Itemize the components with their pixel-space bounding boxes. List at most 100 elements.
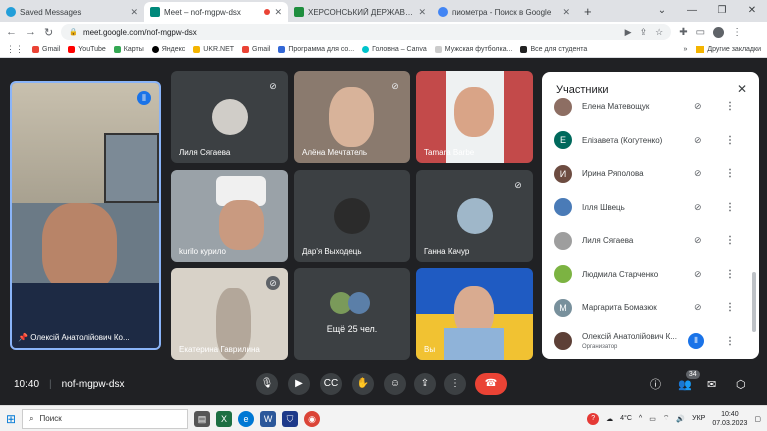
minimize-icon[interactable]: — [677, 0, 707, 22]
more-options-icon[interactable]: ⋮ [725, 302, 735, 313]
list-item[interactable]: М Маргарита Бомазюк ⊘ ⋮ [542, 291, 759, 325]
task-view-icon[interactable]: ▤ [194, 410, 211, 427]
avatar[interactable] [713, 26, 725, 38]
sidebar-icon[interactable]: ▭ [696, 27, 705, 38]
captions-button[interactable]: CC [320, 373, 342, 395]
star-icon[interactable]: ☆ [655, 27, 663, 38]
mic-off-icon: ⊘ [391, 81, 399, 91]
bookmark-item[interactable]: Программа для со... [278, 46, 354, 53]
present-button[interactable]: ⇪ [414, 373, 436, 395]
camera-icon[interactable]: ▶ [625, 27, 632, 38]
chat-icon[interactable]: ✉ [707, 378, 716, 391]
chevron-down-icon[interactable]: ⌄ [647, 0, 677, 22]
language-indicator[interactable]: УКР [692, 415, 705, 422]
list-item[interactable]: Ілля Швець ⊘ ⋮ [542, 191, 759, 225]
clock[interactable]: 10:40 07.03.2023 [712, 410, 747, 428]
tab-university[interactable]: ХЕРСОНСЬКИЙ ДЕРЖАВНИЙ А ✕ [288, 2, 432, 22]
bookmark-item[interactable]: Все для студента [520, 46, 587, 53]
bookmark-item[interactable]: YouTube [68, 46, 106, 53]
bookmark-item[interactable]: Яндекс [151, 46, 185, 53]
telegram-icon [6, 7, 16, 17]
reload-icon[interactable]: ↻ [44, 26, 53, 39]
video-tile[interactable]: kurilo курило [171, 170, 288, 262]
defender-icon[interactable]: ⛉ [282, 410, 299, 427]
chrome-icon[interactable]: ◉ [304, 410, 321, 427]
video-tile-speaker[interactable]: ⦀ 📌 Олексій Анатолійович Ко... [10, 81, 161, 350]
list-item[interactable]: Людмила Старченко ⊘ ⋮ [542, 258, 759, 292]
bookmark-item[interactable]: Gmail [242, 46, 270, 53]
more-options-icon[interactable]: ⋮ [725, 202, 735, 213]
forward-icon[interactable]: → [25, 26, 36, 38]
emoji-button[interactable]: ☺ [384, 373, 406, 395]
close-icon[interactable]: ✕ [418, 7, 426, 18]
back-icon[interactable]: ← [6, 26, 17, 38]
bookmarks-bar: ⋮⋮ Gmail YouTube Карты Яндекс UKR.NET Gm… [0, 42, 767, 58]
more-options-button[interactable]: ⋮ [444, 373, 466, 395]
other-bookmarks[interactable]: Другие закладки [707, 46, 761, 53]
video-tile[interactable]: Tamara Barbe [416, 71, 533, 163]
close-window-icon[interactable]: ✕ [737, 0, 767, 22]
avatar [554, 265, 572, 284]
new-tab-button[interactable]: + [576, 2, 600, 22]
list-item[interactable]: Олексій Анатолійович К... Организатор ⦀ ⋮ [542, 325, 759, 359]
close-icon[interactable]: ✕ [130, 7, 138, 18]
info-icon[interactable]: ⓘ [650, 376, 661, 392]
meet-icon [150, 7, 160, 17]
more-options-icon[interactable]: ⋮ [725, 168, 735, 179]
list-item[interactable]: И Ирина Ряполова ⊘ ⋮ [542, 157, 759, 191]
menu-icon[interactable]: ⋮ [732, 27, 742, 38]
bookmark-item[interactable]: Мужская футболка... [434, 46, 512, 53]
help-icon[interactable]: ? [587, 412, 600, 425]
more-options-icon[interactable]: ⋮ [725, 235, 735, 246]
camera-button[interactable]: ▶ [288, 373, 310, 395]
video-tile[interactable]: Дар'я Выходець [294, 170, 410, 262]
word-icon[interactable]: W [260, 410, 277, 427]
tab-telegram[interactable]: Saved Messages ✕ [0, 2, 144, 22]
bookmark-item[interactable]: Головна – Canva [362, 46, 427, 53]
network-icon[interactable]: ▭ [649, 415, 656, 423]
activities-icon[interactable]: ⬡ [736, 378, 746, 391]
tab-google-search[interactable]: пиометра - Поиск в Google ✕ [432, 2, 576, 22]
windows-start-icon[interactable]: ⊞ [6, 412, 16, 426]
extensions-icon[interactable]: ✚ [679, 27, 687, 38]
edge-icon[interactable]: e [238, 410, 255, 427]
apps-icon[interactable]: ⋮⋮ [6, 44, 24, 55]
tray-chevron-icon[interactable]: ^ [639, 415, 642, 422]
video-tile[interactable]: ⊘ Алёна Мечтатель [294, 71, 410, 163]
list-item[interactable]: Е Елізавета (Когутенко) ⊘ ⋮ [542, 124, 759, 158]
pin-icon[interactable]: 📌 [18, 333, 28, 342]
excel-icon[interactable]: X [216, 410, 233, 427]
close-icon[interactable]: ✕ [274, 7, 282, 18]
maximize-icon[interactable]: ❐ [707, 0, 737, 22]
bookmark-item[interactable]: Карты [113, 46, 144, 53]
more-options-icon[interactable]: ⋮ [725, 336, 735, 347]
list-item[interactable]: Елена Матевощук ⊘ ⋮ [542, 90, 759, 124]
volume-icon[interactable]: 🔊 [676, 415, 685, 423]
bookmark-item[interactable]: UKR.NET [193, 46, 234, 53]
notifications-icon[interactable]: ▢ [754, 415, 761, 423]
wifi-icon[interactable]: ⌔ [663, 414, 670, 423]
mic-button[interactable]: 🎙 [256, 373, 278, 395]
share-icon[interactable]: ⇪ [640, 27, 648, 38]
end-call-button[interactable]: ☎ [475, 373, 507, 395]
more-participants-tile[interactable]: Ещё 25 чел. [294, 268, 410, 360]
video-tile[interactable]: ⊘ Лиля Сягаева [171, 71, 288, 163]
search-input[interactable]: ⌕ Поиск [22, 408, 189, 429]
more-options-icon[interactable]: ⋮ [725, 135, 735, 146]
close-icon[interactable]: ✕ [562, 7, 570, 18]
video-tile[interactable]: ⊘ Ганна Качур [416, 170, 533, 262]
avatar [554, 198, 572, 217]
system-tray: ? ☁ 4°C ^ ▭ ⌔ 🔊 УКР 10:40 07.03.2023 ▢ [587, 410, 767, 428]
more-bookmarks-button[interactable]: » [683, 46, 687, 53]
video-tile-self[interactable]: Вы [416, 268, 533, 360]
more-options-icon[interactable]: ⋮ [725, 101, 735, 112]
tab-meet[interactable]: Meet – nof-mgpw-dsx ✕ [144, 2, 288, 22]
list-item[interactable]: Лиля Сягаева ⊘ ⋮ [542, 224, 759, 258]
address-bar[interactable]: 🔒 meet.google.com/nof-mgpw-dsx ▶ ⇪ ☆ [61, 24, 672, 40]
more-options-icon[interactable]: ⋮ [725, 269, 735, 280]
video-tile[interactable]: ⊘ Екатерина Гаврилина [171, 268, 288, 360]
scrollbar[interactable] [752, 272, 756, 332]
bookmark-item[interactable]: Gmail [32, 46, 60, 53]
people-icon[interactable]: 👥 34 [678, 369, 700, 391]
raise-hand-button[interactable]: ✋ [352, 373, 374, 395]
